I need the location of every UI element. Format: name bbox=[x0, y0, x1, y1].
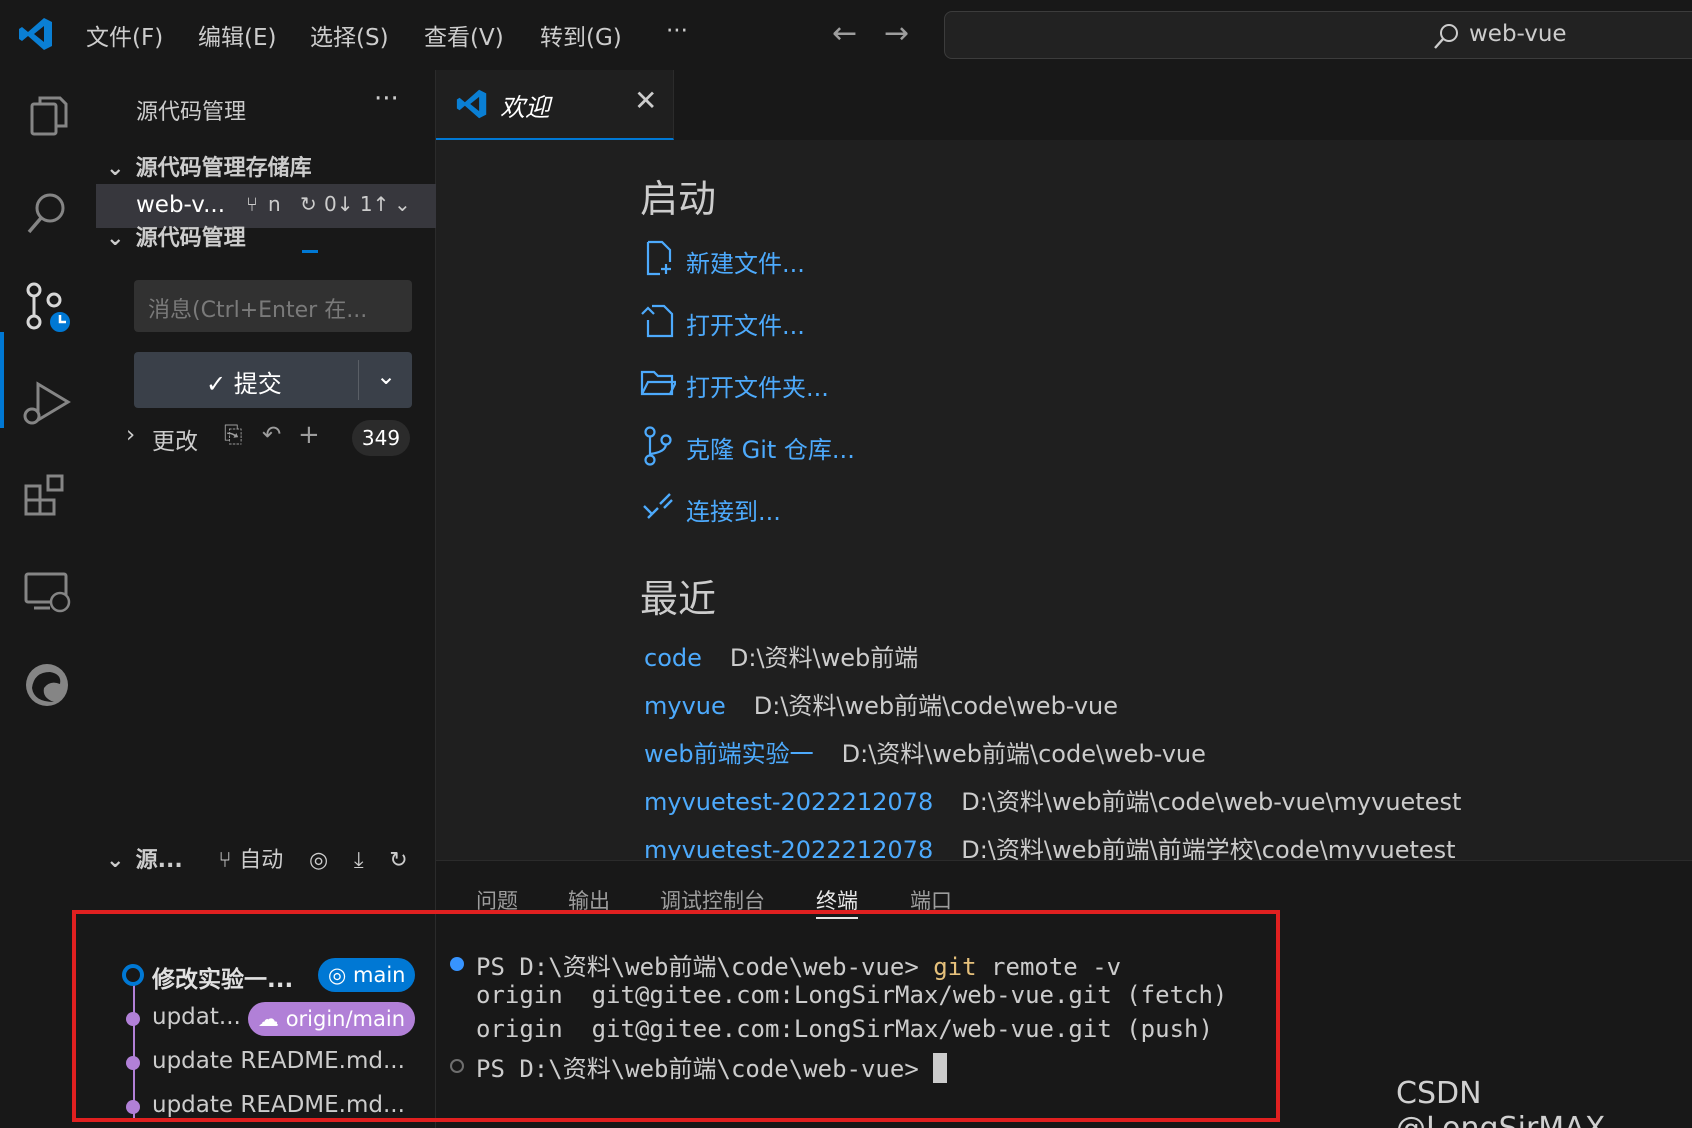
arrow-right-icon[interactable]: → bbox=[884, 16, 909, 51]
recent-item[interactable]: myvue D:\资料\web前端\code\web-vue bbox=[644, 686, 1118, 721]
scm-section-label: 源代码管理 bbox=[135, 226, 246, 251]
chevron-down-icon: ⌄ bbox=[106, 156, 125, 181]
source-control-icon[interactable] bbox=[20, 280, 74, 334]
chevron-down-icon[interactable]: ⌄ bbox=[394, 192, 411, 216]
clone-repo-label: 克隆 Git 仓库... bbox=[686, 436, 855, 464]
vscode-logo-icon bbox=[456, 89, 487, 119]
menu-file[interactable]: 文件(F) bbox=[86, 18, 163, 52]
editor-tab-bar: 欢迎 ✕ bbox=[436, 70, 1692, 140]
recent-item-path: D:\资料\web前端 bbox=[729, 644, 919, 672]
new-file-label: 新建文件... bbox=[686, 250, 805, 278]
button-separator bbox=[358, 360, 359, 400]
tab-title: 欢迎 bbox=[500, 93, 551, 122]
search-icon[interactable] bbox=[20, 186, 74, 240]
chevron-down-icon[interactable]: ⌄ bbox=[376, 362, 396, 390]
chevron-down-icon: ⌄ bbox=[106, 226, 125, 251]
branch-icon[interactable]: ⑂ bbox=[246, 192, 258, 216]
explorer-icon[interactable] bbox=[20, 90, 74, 144]
recent-item-name[interactable]: myvuetest-2022212078 bbox=[644, 788, 933, 816]
changes-group[interactable]: › 更改 ⎘ ↶ + 349 bbox=[126, 420, 426, 460]
graph-section-label: 源... bbox=[135, 848, 183, 873]
chevron-right-icon: › bbox=[126, 422, 136, 448]
commit-button[interactable]: ✓ 提交 ⌄ bbox=[134, 352, 412, 408]
repos-section-label: 源代码管理存储库 bbox=[135, 156, 312, 181]
vscode-logo-icon bbox=[19, 18, 52, 50]
menu-more[interactable]: ··· bbox=[666, 18, 688, 44]
discard-icon[interactable]: ↶ bbox=[262, 422, 281, 448]
recent-item[interactable]: code D:\资料\web前端 bbox=[644, 638, 918, 673]
tab-welcome[interactable]: 欢迎 ✕ bbox=[436, 70, 674, 140]
watermark: CSDN @LongSirMAX bbox=[1396, 1076, 1605, 1128]
menu-view[interactable]: 查看(V) bbox=[424, 18, 504, 52]
graph-auto-label[interactable]: 自动 bbox=[239, 848, 283, 873]
repo-name: web-v... bbox=[136, 192, 226, 218]
branch-icon: ⑂ bbox=[218, 848, 232, 873]
menu-selection[interactable]: 选择(S) bbox=[310, 18, 389, 52]
extensions-icon[interactable] bbox=[20, 468, 74, 522]
target-icon[interactable]: ◎ bbox=[309, 848, 328, 873]
search-icon bbox=[1434, 24, 1458, 49]
search-query: web-vue bbox=[1469, 21, 1567, 47]
repo-sync-status: 0↓ 1↑ bbox=[324, 192, 390, 216]
remote-explorer-icon[interactable] bbox=[20, 564, 74, 618]
edge-icon[interactable] bbox=[20, 658, 74, 712]
welcome-page: 启动 新建文件... 打开文件... 打开文件夹... 克隆 Git 仓库...… bbox=[436, 140, 1692, 864]
open-folder-label: 打开文件夹... bbox=[686, 374, 829, 402]
sync-icon[interactable]: ↻ bbox=[300, 192, 317, 216]
start-heading: 启动 bbox=[640, 177, 717, 221]
commit-message-input[interactable]: 消息(Ctrl+Enter 在... bbox=[134, 280, 412, 332]
progress-indicator bbox=[302, 250, 318, 253]
close-icon[interactable]: ✕ bbox=[634, 84, 657, 117]
repos-section-header[interactable]: ⌄ 源代码管理存储库 bbox=[106, 150, 312, 182]
open-changes-icon[interactable]: ⎘ bbox=[224, 422, 242, 448]
remote-connect-icon bbox=[643, 493, 673, 519]
highlight-annotation-box bbox=[72, 910, 1280, 1122]
open-folder-icon bbox=[640, 370, 676, 396]
recent-item[interactable]: web前端实验一 D:\资料\web前端\code\web-vue bbox=[644, 734, 1206, 769]
menu-edit[interactable]: 编辑(E) bbox=[198, 18, 276, 52]
refresh-icon[interactable]: ↻ bbox=[389, 848, 407, 873]
git-branch-icon bbox=[644, 426, 672, 466]
more-actions-icon[interactable]: ··· bbox=[374, 84, 399, 114]
connect-to-label: 连接到... bbox=[686, 498, 781, 526]
recent-heading: 最近 bbox=[640, 577, 717, 621]
menu-go[interactable]: 转到(G) bbox=[540, 18, 622, 52]
command-center-search[interactable]: web-vue bbox=[944, 11, 1692, 59]
new-file-icon bbox=[646, 240, 672, 276]
recent-item-name[interactable]: web前端实验一 bbox=[644, 740, 814, 768]
recent-item[interactable]: myvuetest-2022212078 D:\资料\web前端\code\web… bbox=[644, 782, 1461, 817]
chevron-down-icon: ⌄ bbox=[106, 848, 125, 873]
fetch-icon[interactable]: ⤓ bbox=[354, 848, 364, 873]
commit-button-label: ✓ 提交 bbox=[206, 370, 282, 398]
recent-item-path: D:\资料\web前端\code\web-vue bbox=[841, 740, 1206, 768]
recent-item-name[interactable]: myvue bbox=[644, 692, 726, 720]
run-debug-icon[interactable] bbox=[20, 376, 74, 430]
scm-section-header[interactable]: ⌄ 源代码管理 bbox=[106, 220, 246, 252]
repo-branch: n bbox=[268, 192, 281, 216]
recent-item-path: D:\资料\web前端\code\web-vue\myvuetest bbox=[961, 788, 1462, 816]
active-indicator bbox=[0, 332, 4, 428]
open-file-label: 打开文件... bbox=[686, 312, 805, 340]
recent-item-path: D:\资料\web前端\code\web-vue bbox=[753, 692, 1119, 720]
title-bar: 文件(F) 编辑(E) 选择(S) 查看(V) 转到(G) ··· ← → we… bbox=[0, 0, 1692, 70]
stage-all-icon[interactable]: + bbox=[298, 420, 320, 450]
open-file-icon bbox=[641, 304, 674, 338]
recent-item-name[interactable]: code bbox=[644, 644, 702, 672]
arrow-left-icon[interactable]: ← bbox=[832, 16, 857, 51]
changes-count-badge: 349 bbox=[352, 420, 410, 456]
changes-label: 更改 bbox=[152, 429, 198, 455]
graph-section-header[interactable]: ⌄ 源... ⑂ 自动 ◎ ⤓ ↻ bbox=[106, 842, 408, 874]
sidebar-title: 源代码管理 bbox=[136, 100, 247, 125]
